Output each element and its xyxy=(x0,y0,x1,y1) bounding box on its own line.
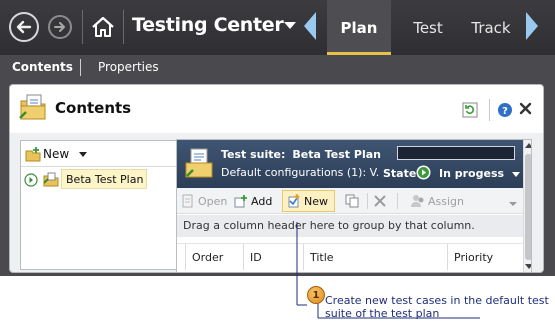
play-icon xyxy=(416,165,431,180)
callout-text: Create new test cases in the default tes… xyxy=(325,294,549,320)
sub-navigation: Contents Properties xyxy=(0,55,555,82)
test-plan-icon xyxy=(43,172,59,187)
back-button[interactable] xyxy=(9,12,39,42)
copy-button[interactable] xyxy=(345,192,362,210)
svg-text:?: ? xyxy=(502,106,508,117)
forward-button[interactable] xyxy=(48,15,72,39)
new-label: New xyxy=(304,194,328,208)
arrow-left-icon xyxy=(16,20,32,34)
column-header-id[interactable]: ID xyxy=(243,244,303,270)
panel-header-divider xyxy=(489,99,490,121)
top-navigation-bar: Testing Center Plan Test Track xyxy=(0,0,555,55)
suite-title: Test suite: Beta Test Plan xyxy=(221,148,381,161)
app-title: Testing Center xyxy=(132,14,284,36)
suite-search-field[interactable] xyxy=(397,146,515,160)
tab-scroll-left-icon[interactable] xyxy=(304,12,316,40)
toolbar-divider xyxy=(397,193,398,209)
subnav-contents[interactable]: Contents xyxy=(12,60,73,74)
test-plan-tree: New Beta Test Plan xyxy=(20,140,178,270)
column-header-order[interactable]: Order xyxy=(185,244,243,270)
new-suite-icon xyxy=(25,147,41,162)
chevron-down-icon[interactable] xyxy=(284,22,296,29)
state-value[interactable]: In progess xyxy=(439,167,504,180)
add-label: Add xyxy=(251,194,273,208)
suite-configurations[interactable]: Default configurations (1): V. xyxy=(221,166,379,179)
new-test-case-button[interactable]: New xyxy=(282,190,335,212)
scrollbar-thumb[interactable] xyxy=(525,154,531,260)
tree-new-label: New xyxy=(43,147,70,161)
grid-toolbar: Open Add New Assign xyxy=(177,188,523,214)
toolbar-divider xyxy=(367,193,368,209)
contents-icon xyxy=(19,94,46,120)
arrow-right-icon xyxy=(54,22,65,32)
toolbar-divider xyxy=(82,10,83,44)
vertical-scrollbar[interactable] xyxy=(523,140,531,272)
remove-button[interactable] xyxy=(373,192,390,210)
contents-panel: Contents ? New Beta Test Plan Test suite… xyxy=(9,84,544,273)
home-icon[interactable] xyxy=(90,14,116,40)
close-icon[interactable] xyxy=(518,101,533,116)
copy-icon xyxy=(345,194,359,208)
remove-icon xyxy=(374,195,386,207)
tree-divider xyxy=(21,166,177,167)
subnav-properties[interactable]: Properties xyxy=(98,60,159,74)
open-label: Open xyxy=(198,194,228,208)
refresh-icon[interactable] xyxy=(462,102,478,118)
assign-icon xyxy=(411,195,424,207)
column-header-priority[interactable]: Priority xyxy=(447,244,523,270)
panel-header: Contents ? xyxy=(10,85,543,133)
chevron-down-icon[interactable] xyxy=(79,152,87,157)
tab-track[interactable]: Track xyxy=(462,0,520,55)
callout-number-badge: 1 xyxy=(307,286,325,304)
assign-button[interactable]: Assign xyxy=(411,192,464,210)
tree-new-button[interactable]: New xyxy=(25,146,69,162)
panel-title: Contents xyxy=(55,99,132,117)
open-icon xyxy=(182,194,193,208)
group-by-hint[interactable]: Drag a column header here to group by th… xyxy=(177,215,523,237)
suite-name: Beta Test Plan xyxy=(292,148,381,161)
scroll-up-icon[interactable] xyxy=(525,143,531,148)
tab-plan[interactable]: Plan xyxy=(327,0,391,55)
subnav-divider xyxy=(80,59,81,76)
add-button[interactable]: Add xyxy=(234,192,272,210)
tree-item-beta-test-plan[interactable]: Beta Test Plan xyxy=(61,169,147,189)
tab-scroll-right-icon[interactable] xyxy=(526,12,538,40)
expand-icon[interactable] xyxy=(24,173,38,187)
new-test-case-icon xyxy=(288,194,300,208)
column-header-row: Order ID Title Priority xyxy=(177,243,523,270)
add-icon xyxy=(234,195,247,208)
suite-header: Test suite: Beta Test Plan Default confi… xyxy=(177,140,531,188)
toolbar-overflow-icon[interactable] xyxy=(509,202,517,206)
open-button[interactable]: Open xyxy=(181,192,227,210)
test-suite-icon xyxy=(185,148,213,178)
suite-label-prefix: Test suite: xyxy=(221,148,286,161)
column-header-title[interactable]: Title xyxy=(303,244,447,270)
assign-label: Assign xyxy=(428,194,464,208)
tab-test[interactable]: Test xyxy=(400,0,456,55)
help-icon[interactable]: ? xyxy=(497,102,513,118)
toolbar-divider xyxy=(123,10,124,44)
test-suite-pane: Test suite: Beta Test Plan Default confi… xyxy=(176,139,532,272)
app-window: Testing Center Plan Test Track Contents … xyxy=(0,0,555,276)
scroll-down-icon[interactable] xyxy=(525,264,531,269)
chevron-down-icon[interactable] xyxy=(512,172,520,177)
